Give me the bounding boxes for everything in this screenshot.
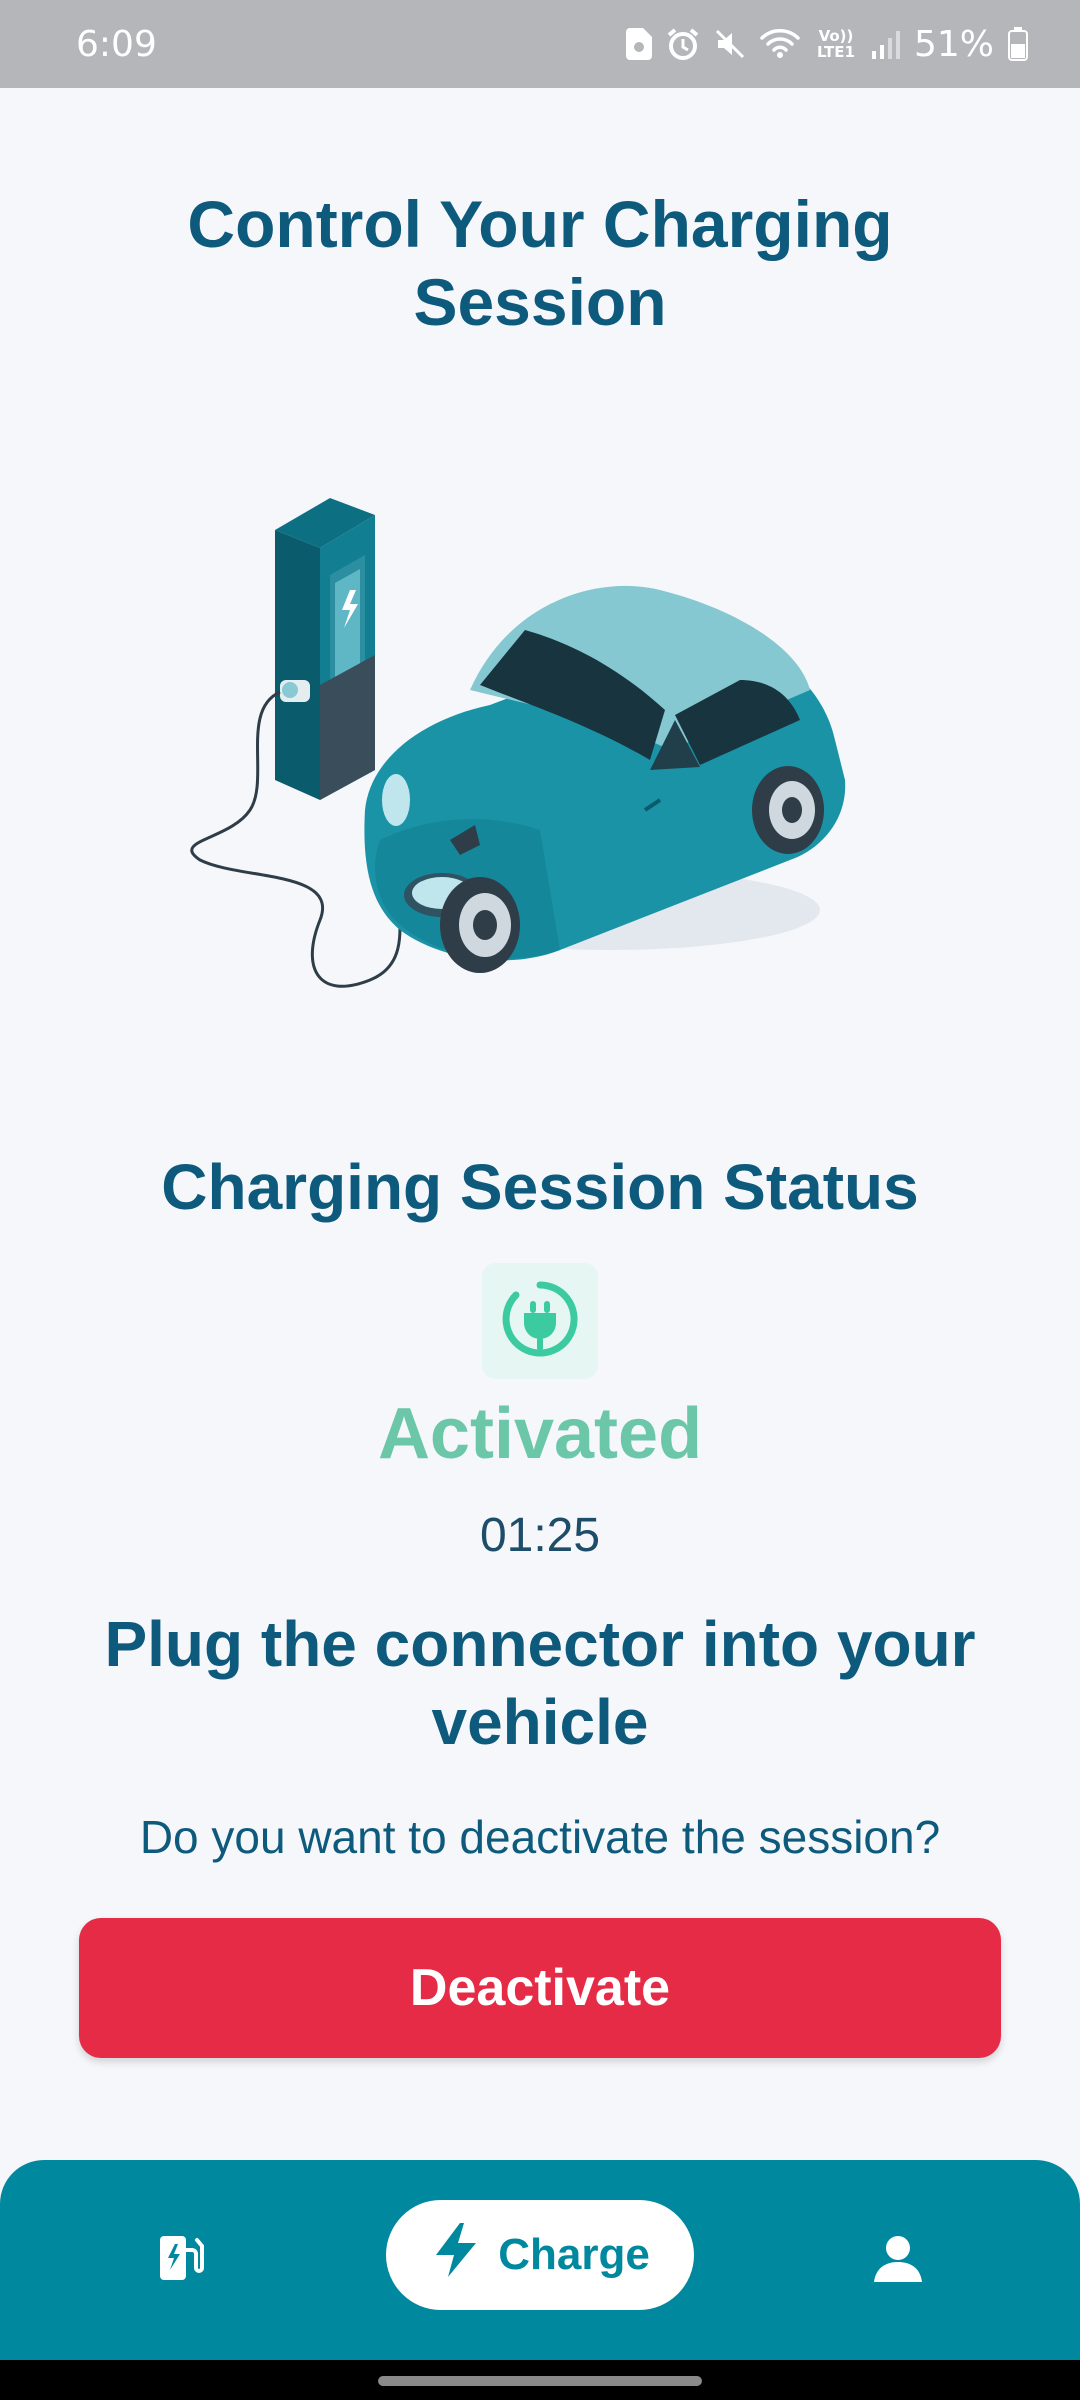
- alarm-icon: [666, 27, 700, 61]
- nav-item-stations[interactable]: [146, 2224, 218, 2296]
- nav-charge-label: Charge: [498, 2230, 650, 2279]
- battery-text: 51%: [913, 23, 994, 65]
- charging-station-icon: [154, 2230, 210, 2291]
- sim-card-icon: [625, 28, 652, 60]
- volte-icon: Vo)) LTE1: [816, 27, 855, 61]
- lightning-icon: [430, 2221, 482, 2290]
- section-title: Charging Session Status: [161, 1151, 919, 1223]
- bottom-nav: Charge: [0, 2160, 1080, 2360]
- status-time: 6:09: [76, 23, 157, 65]
- ev-charging-illustration: [180, 480, 880, 1000]
- status-bar: 6:09 Vo)) LTE1 51%: [0, 0, 1080, 88]
- battery-icon: [1008, 27, 1028, 61]
- wifi-icon: [760, 28, 800, 60]
- plug-icon: [500, 1279, 580, 1364]
- session-status: Activated: [377, 1394, 703, 1474]
- nav-item-charge[interactable]: Charge: [386, 2200, 694, 2310]
- signal-icon: [871, 29, 900, 59]
- home-gesture-handle[interactable]: [378, 2376, 702, 2386]
- page-title: Control Your Charging Session: [187, 187, 893, 339]
- gesture-bar: [0, 2360, 1080, 2400]
- nav-item-profile[interactable]: [862, 2224, 934, 2296]
- electric-car-illustration: [364, 585, 846, 973]
- status-icon-box: [482, 1263, 598, 1379]
- mute-icon: [714, 28, 746, 60]
- charging-station-illustration: [275, 498, 375, 800]
- deactivate-button[interactable]: Deactivate: [79, 1918, 1001, 2058]
- status-icons: Vo)) LTE1 51%: [625, 23, 1028, 65]
- profile-icon: [872, 2232, 924, 2289]
- deactivate-question: Do you want to deactivate the session?: [139, 1811, 941, 1863]
- session-timer: 01:25: [479, 1509, 601, 1562]
- instruction-text: Plug the connector into your vehicle: [104, 1608, 976, 1758]
